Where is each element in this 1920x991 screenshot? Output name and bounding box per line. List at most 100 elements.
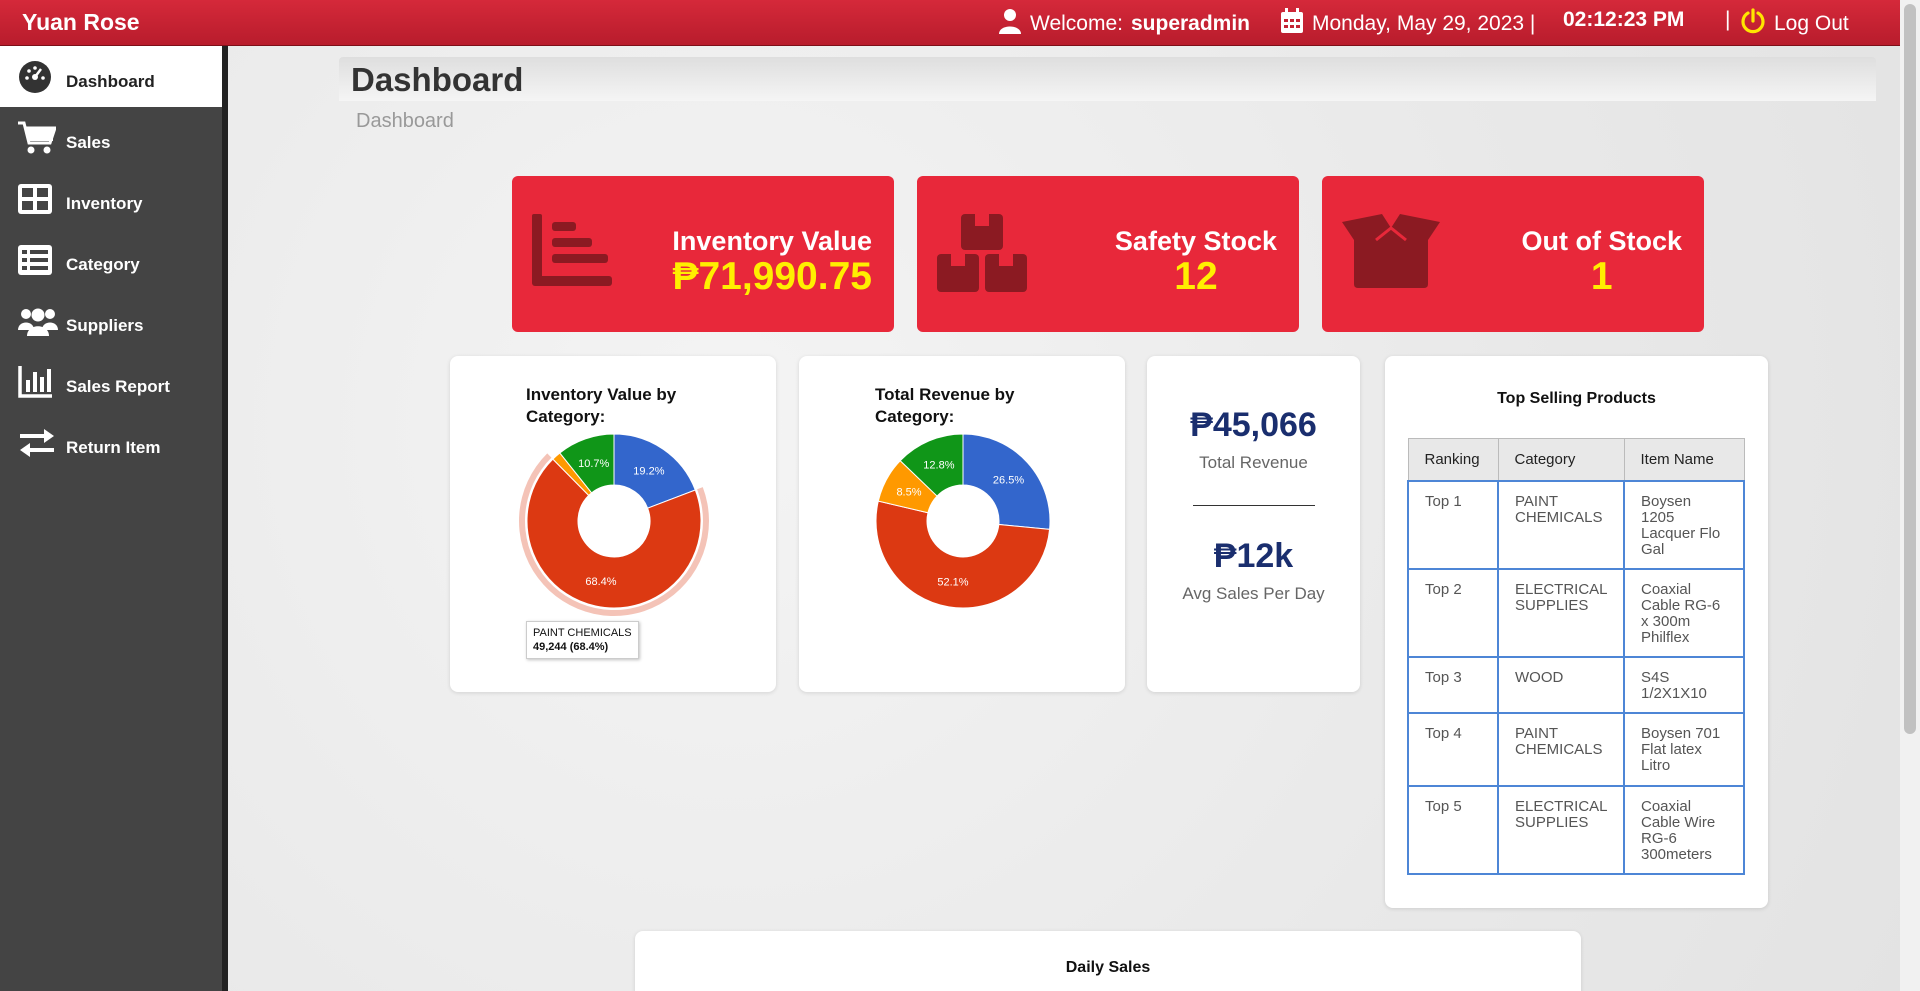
stat-value: 1 [1590,255,1613,298]
table-cell: Boysen 701 Flat latex Litro [1623,712,1745,787]
tooltip-value: 49,244 (68.4%) [533,641,609,653]
stat-card-safety-stock: Safety Stock 12 [917,176,1299,332]
welcome-user: Welcome: superadmin [998,8,1250,40]
power-icon [1740,8,1766,40]
tooltip-category: PAINT CHEMICALS [533,627,632,639]
dashboard-gauge-icon [18,59,58,95]
list-bars-icon [532,214,614,293]
welcome-label: Welcome: [1030,12,1123,35]
table-cell: S4S 1/2X1X10 [1623,656,1745,714]
column-header: Category [1497,438,1625,482]
table-cell: Top 5 [1407,785,1499,875]
sidebar-item-label: Sales Report [66,376,170,396]
total-revenue-chart-card: Total Revenue by Category: 26.5% 52.1% 8.5… [799,356,1125,692]
top-selling-table: Ranking Category Item Name Top 1 PAINT C… [1407,438,1745,875]
username: superadmin [1130,12,1251,35]
pie-slice-label: 12.8% [923,459,954,471]
pie-slice-label: 52.1% [937,577,968,589]
sidebar-item-inventory[interactable]: Inventory [0,168,222,229]
pie-slice-label: 19.2% [633,465,664,477]
table-cell: PAINT CHEMICALS [1497,712,1625,787]
scrollbar-thumb[interactable] [1904,4,1916,734]
revenue-summary-card: ₱45,066 Total Revenue ₱12k Avg Sales Per… [1147,356,1360,692]
total-revenue-label: Total Revenue [1199,453,1308,472]
top-selling-title: Top Selling Products [1497,390,1656,407]
table-cell: Top 3 [1407,656,1499,714]
divider [1193,505,1315,506]
sidebar-item-label: Sales [66,132,111,152]
table-cell: ELECTRICAL SUPPLIES [1497,785,1625,875]
current-date: Monday, May 29, 2023 | [1280,8,1535,40]
daily-sales-card: Daily Sales [635,931,1581,991]
main-content: Dashboard Dashboard Inventory Value ₱71,… [228,46,1900,991]
page-scrollbar[interactable] [1900,0,1920,991]
inventory-value-chart-card: Inventory Value by Category: 19.2% 68.4% 1… [450,356,776,692]
stat-value: ₱71,990.75 [672,255,872,298]
top-selling-card: Top Selling Products Ranking Category It… [1385,356,1768,908]
total-revenue-pie-chart[interactable]: 26.5% 52.1% 8.5% 12.8% [799,356,1125,692]
avg-sales-value: ₱12k [1213,537,1294,575]
table-row: Top 3 WOOD S4S 1/2X1X10 [1407,656,1745,714]
logout-button[interactable]: Log Out [1740,8,1849,40]
table-row: Top 1 PAINT CHEMICALS Boysen 1205 Lacque… [1407,480,1745,570]
exchange-arrows-icon [18,425,58,461]
bar-chart-icon [18,364,58,400]
table-cell: PAINT CHEMICALS [1497,480,1625,570]
table-cell: Coaxial Cable Wire RG-6 300meters [1623,785,1745,875]
column-header: Ranking [1407,438,1499,482]
users-icon [18,303,58,339]
sidebar-item-label: Suppliers [66,315,144,335]
sidebar-item-dashboard[interactable]: Dashboard [0,46,222,107]
sidebar-item-label: Return Item [66,437,161,457]
table-cell: Coaxial Cable RG-6 x 300m Philflex [1623,568,1745,658]
open-box-icon [1342,214,1440,293]
daily-sales-title: Daily Sales [1065,959,1151,976]
cart-icon [18,120,58,156]
pie-slice-label: 10.7% [578,458,609,470]
table-row: Top 2 ELECTRICAL SUPPLIES Coaxial Cable … [1407,568,1745,658]
table-row: Top 5 ELECTRICAL SUPPLIES Coaxial Cable … [1407,785,1745,875]
chart-tooltip: PAINT CHEMICALS 49,244 (68.4%) [526,621,639,659]
stat-card-out-of-stock: Out of Stock 1 [1322,176,1704,332]
table-cell: Boysen 1205 Lacquer Flo Gal [1623,480,1745,570]
table-header-row: Ranking Category Item Name [1407,438,1745,482]
avg-sales-label: Avg Sales Per Day [1182,584,1325,603]
table-cell: WOOD [1497,656,1625,714]
column-header: Item Name [1623,438,1745,482]
date-text: Monday, May 29, 2023 | [1312,12,1536,35]
calendar-icon [1280,8,1304,40]
inventory-grid-icon [18,181,58,217]
table-cell: Top 2 [1407,568,1499,658]
sidebar-item-return-item[interactable]: Return Item [0,412,222,473]
pie-slice-label: 26.5% [993,475,1024,487]
table-cell: Top 1 [1407,480,1499,570]
sidebar-item-label: Category [66,254,140,274]
stat-value: 12 [1174,255,1218,298]
table-row: Top 4 PAINT CHEMICALS Boysen 701 Flat la… [1407,712,1745,787]
sidebar: Dashboard Sales Inventory Category Suppl… [0,46,228,991]
sidebar-item-suppliers[interactable]: Suppliers [0,290,222,351]
page-title: Dashboard [351,61,524,98]
breadcrumb: Dashboard [356,110,454,132]
top-bar: Yuan Rose Welcome: superadmin Monday, Ma… [0,0,1920,46]
pie-slice-label: 8.5% [896,487,921,499]
page-header: Dashboard [339,57,1876,101]
sidebar-item-category[interactable]: Category [0,229,222,290]
sidebar-item-label: Inventory [66,193,143,213]
sidebar-item-sales[interactable]: Sales [0,107,222,168]
stat-label: Safety Stock [1114,226,1277,256]
boxes-icon [937,214,1029,299]
total-revenue-value: ₱45,066 [1190,406,1317,444]
sidebar-item-label: Dashboard [66,71,155,91]
stat-card-inventory-value: Inventory Value ₱71,990.75 [512,176,894,332]
logout-label: Log Out [1774,12,1849,35]
sidebar-item-sales-report[interactable]: Sales Report [0,351,222,412]
pie-slice-label: 68.4% [585,576,616,588]
brand-name: Yuan Rose [22,9,140,35]
user-icon [998,8,1022,40]
current-time: 02:12:23 PM [1563,8,1685,31]
table-cell: ELECTRICAL SUPPLIES [1497,568,1625,658]
separator: | [1725,8,1731,31]
stat-label: Inventory Value [672,226,872,256]
table-cell: Top 4 [1407,712,1499,787]
